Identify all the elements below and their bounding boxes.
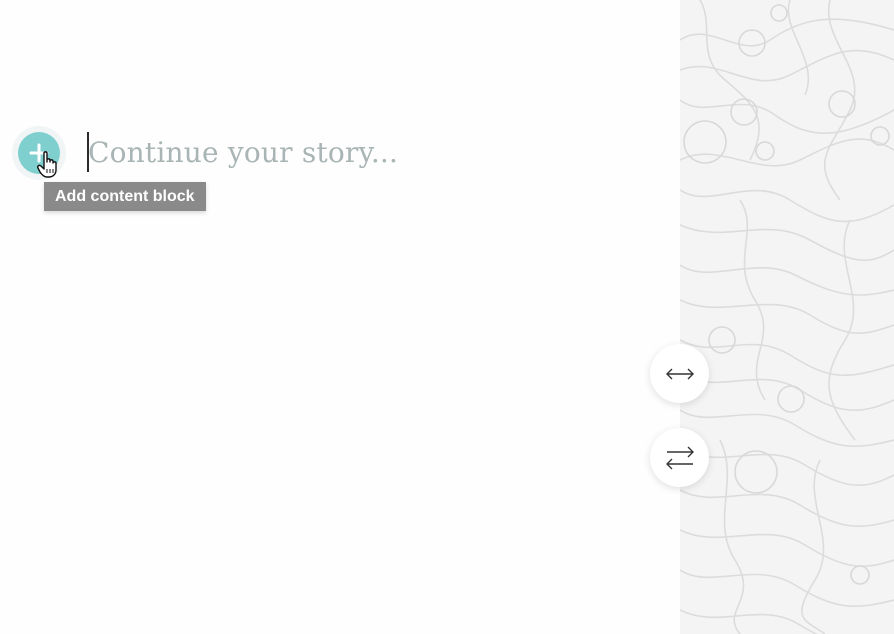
topographic-pattern [680,0,894,634]
double-arrow-horizontal-icon [665,368,694,379]
hand-pointer-icon [37,151,57,178]
width-toggle-button[interactable] [650,344,709,403]
page: Add content block Continue your story... [0,0,894,634]
swap-arrows-icon [665,446,694,469]
topographic-pattern-panel [680,0,894,634]
swap-layout-button[interactable] [650,428,709,487]
story-text-input[interactable]: Continue your story... [88,132,398,174]
editor-area: Add content block Continue your story... [0,0,680,634]
add-content-tooltip: Add content block [44,182,206,211]
